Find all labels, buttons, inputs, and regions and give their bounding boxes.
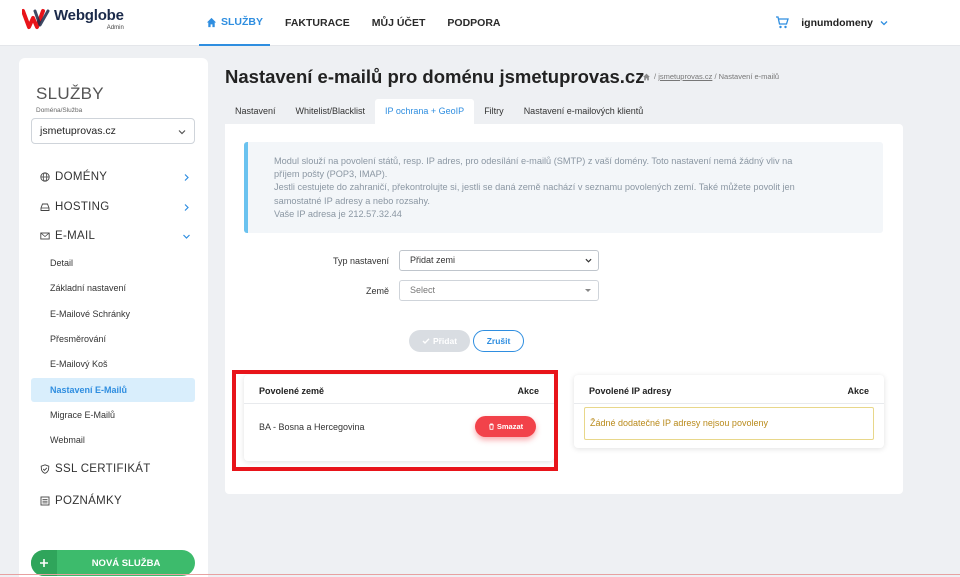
allowed-ips-action-header: Akce	[847, 386, 869, 396]
globe-icon	[40, 172, 50, 182]
sidebar-section-ssl[interactable]: SSL CERTIFIKÁT	[40, 463, 190, 475]
no-ips-warning: Žádné dodatečné IP adresy nejsou povolen…	[584, 407, 874, 440]
sidebar-section-notes-label: POZNÁMKY	[55, 495, 122, 507]
highlight-frame	[232, 370, 558, 471]
add-button-label: Přidat	[432, 336, 458, 346]
sidebar-item-migrace[interactable]: Migrace E-Mailů	[31, 403, 195, 427]
sidebar-item-schranky[interactable]: E-Mailové Schránky	[31, 302, 195, 326]
sidebar-item-detail[interactable]: Detail	[31, 251, 195, 275]
page-title: Nastavení e-mailů pro doménu jsmetuprova…	[225, 66, 645, 87]
sidebar-section-email[interactable]: E-MAIL	[40, 230, 190, 242]
top-bar: Webglobe Admin SLUŽBY FAKTURACE MŮJ ÚČET…	[0, 0, 960, 46]
country-row: Země Select	[225, 280, 599, 301]
chevron-down-icon	[880, 20, 888, 25]
breadcrumb-domain-link[interactable]: jsmetuprovas.cz	[658, 72, 712, 81]
notes-icon	[40, 496, 50, 506]
info-box: Modul slouží na povolení států, resp. IP…	[244, 142, 883, 233]
tab-emailovi-klienti[interactable]: Nastavení e-mailových klientů	[514, 99, 654, 124]
domain-label: Doména/Služba	[36, 107, 83, 114]
breadcrumb-separator: /	[654, 72, 657, 81]
breadcrumb: / jsmetuprovas.cz / Nastavení e-mailů	[642, 72, 779, 81]
info-ip-line: Vaše IP adresa je 212.57.32.44	[274, 208, 402, 219]
sidebar-section-hosting[interactable]: HOSTING	[40, 201, 190, 213]
topnav-sluzby[interactable]: SLUŽBY	[199, 0, 270, 46]
top-navigation: SLUŽBY FAKTURACE MŮJ ÚČET PODPORA	[199, 0, 516, 46]
caret-down-icon	[585, 289, 591, 292]
chevron-down-icon	[183, 234, 190, 239]
type-label: Typ nastavení	[332, 255, 389, 266]
brand-sub: Admin	[106, 25, 124, 31]
user-name: ignumdomeny	[801, 16, 873, 29]
topnav-podpora[interactable]: PODPORA	[440, 0, 507, 46]
allowed-ips-title: Povolené IP adresy	[589, 386, 672, 396]
sidebar-section-hosting-label: HOSTING	[55, 201, 110, 213]
sidebar-section-email-label: E-MAIL	[55, 230, 96, 242]
allowed-ips-card: Povolené IP adresy Akce Žádné dodatečné …	[574, 375, 884, 448]
country-label: Země	[365, 285, 389, 296]
sidebar-section-ssl-label: SSL CERTIFIKÁT	[55, 463, 151, 475]
topnav-podpora-label: PODPORA	[447, 17, 501, 29]
cart-icon[interactable]	[775, 16, 790, 29]
tab-filtry[interactable]: Filtry	[474, 99, 514, 124]
shield-check-icon	[40, 464, 50, 474]
tab-whitelist-blacklist[interactable]: Whitelist/Blacklist	[286, 99, 376, 124]
country-select[interactable]: Select	[399, 280, 599, 301]
plus-icon	[40, 559, 48, 567]
allowed-ips-header: Povolené IP adresy Akce	[574, 375, 884, 404]
brand-name: Webglobe	[54, 7, 124, 24]
cancel-button[interactable]: Zrušit	[473, 330, 524, 352]
tab-nastaveni[interactable]: Nastavení	[225, 99, 286, 124]
hard-drive-icon	[40, 203, 50, 211]
type-select-value: Přidat zemi	[410, 255, 456, 265]
check-icon	[422, 338, 430, 345]
sidebar-item-kos[interactable]: E-Mailový Koš	[31, 352, 195, 376]
info-line: Jestli cestujete do zahraničí, překontro…	[274, 182, 795, 193]
topnav-muj-ucet[interactable]: MŮJ ÚČET	[365, 0, 433, 46]
sidebar-section-notes[interactable]: POZNÁMKY	[40, 495, 190, 507]
topnav-fakturace-label: FAKTURACE	[285, 17, 350, 29]
domain-select[interactable]: jsmetuprovas.cz	[31, 118, 195, 144]
webglobe-logo-icon	[22, 9, 50, 29]
chevron-down-icon	[585, 258, 592, 263]
new-service-label: NOVÁ SLUŽBA	[91, 557, 161, 569]
info-line: příjem pošty (POP3, IMAP).	[274, 169, 388, 180]
sidebar-item-presmerovani[interactable]: Přesměrování	[31, 327, 195, 351]
home-icon	[206, 17, 217, 27]
new-service-button[interactable]: NOVÁ SLUŽBA	[31, 550, 195, 576]
topnav-sluzby-label: SLUŽBY	[221, 16, 263, 28]
chevron-right-icon	[184, 204, 189, 211]
sidebar: SLUŽBY Doména/Služba jsmetuprovas.cz DOM…	[19, 58, 208, 577]
breadcrumb-current: / Nastavení e-mailů	[714, 72, 780, 81]
info-line: Modul slouží na povolení států, resp. IP…	[274, 156, 793, 166]
sidebar-item-zakladni-nastaveni[interactable]: Základní nastavení	[31, 276, 195, 300]
chevron-right-icon	[184, 174, 189, 181]
info-line: samostatné IP adresy a nebo rozsahy.	[274, 195, 430, 206]
settings-tabs: Nastavení Whitelist/Blacklist IP ochrana…	[225, 99, 653, 124]
sidebar-section-domains[interactable]: DOMÉNY	[40, 171, 190, 183]
bottom-divider	[0, 574, 960, 575]
add-button[interactable]: Přidat	[409, 330, 470, 352]
topnav-muj-ucet-label: MŮJ ÚČET	[371, 17, 426, 29]
envelope-icon	[40, 232, 50, 240]
sidebar-item-nastaveni-emailu[interactable]: Nastavení E-Mailů	[31, 378, 195, 402]
sidebar-title: SLUŽBY	[36, 84, 104, 103]
type-select[interactable]: Přidat zemi	[399, 250, 599, 271]
country-select-placeholder: Select	[410, 285, 436, 295]
domain-select-value: jsmetuprovas.cz	[40, 125, 116, 137]
home-icon[interactable]	[642, 73, 651, 81]
type-row: Typ nastavení Přidat zemi	[225, 250, 599, 271]
sidebar-item-webmail[interactable]: Webmail	[31, 428, 195, 452]
chevron-down-icon	[178, 130, 186, 135]
tab-ip-ochrana-geoip[interactable]: IP ochrana + GeoIP	[375, 99, 475, 124]
sidebar-section-domains-label: DOMÉNY	[55, 171, 108, 183]
topnav-fakturace[interactable]: FAKTURACE	[278, 0, 357, 46]
user-menu[interactable]: ignumdomeny	[775, 16, 888, 29]
logo[interactable]: Webglobe Admin	[22, 8, 124, 31]
